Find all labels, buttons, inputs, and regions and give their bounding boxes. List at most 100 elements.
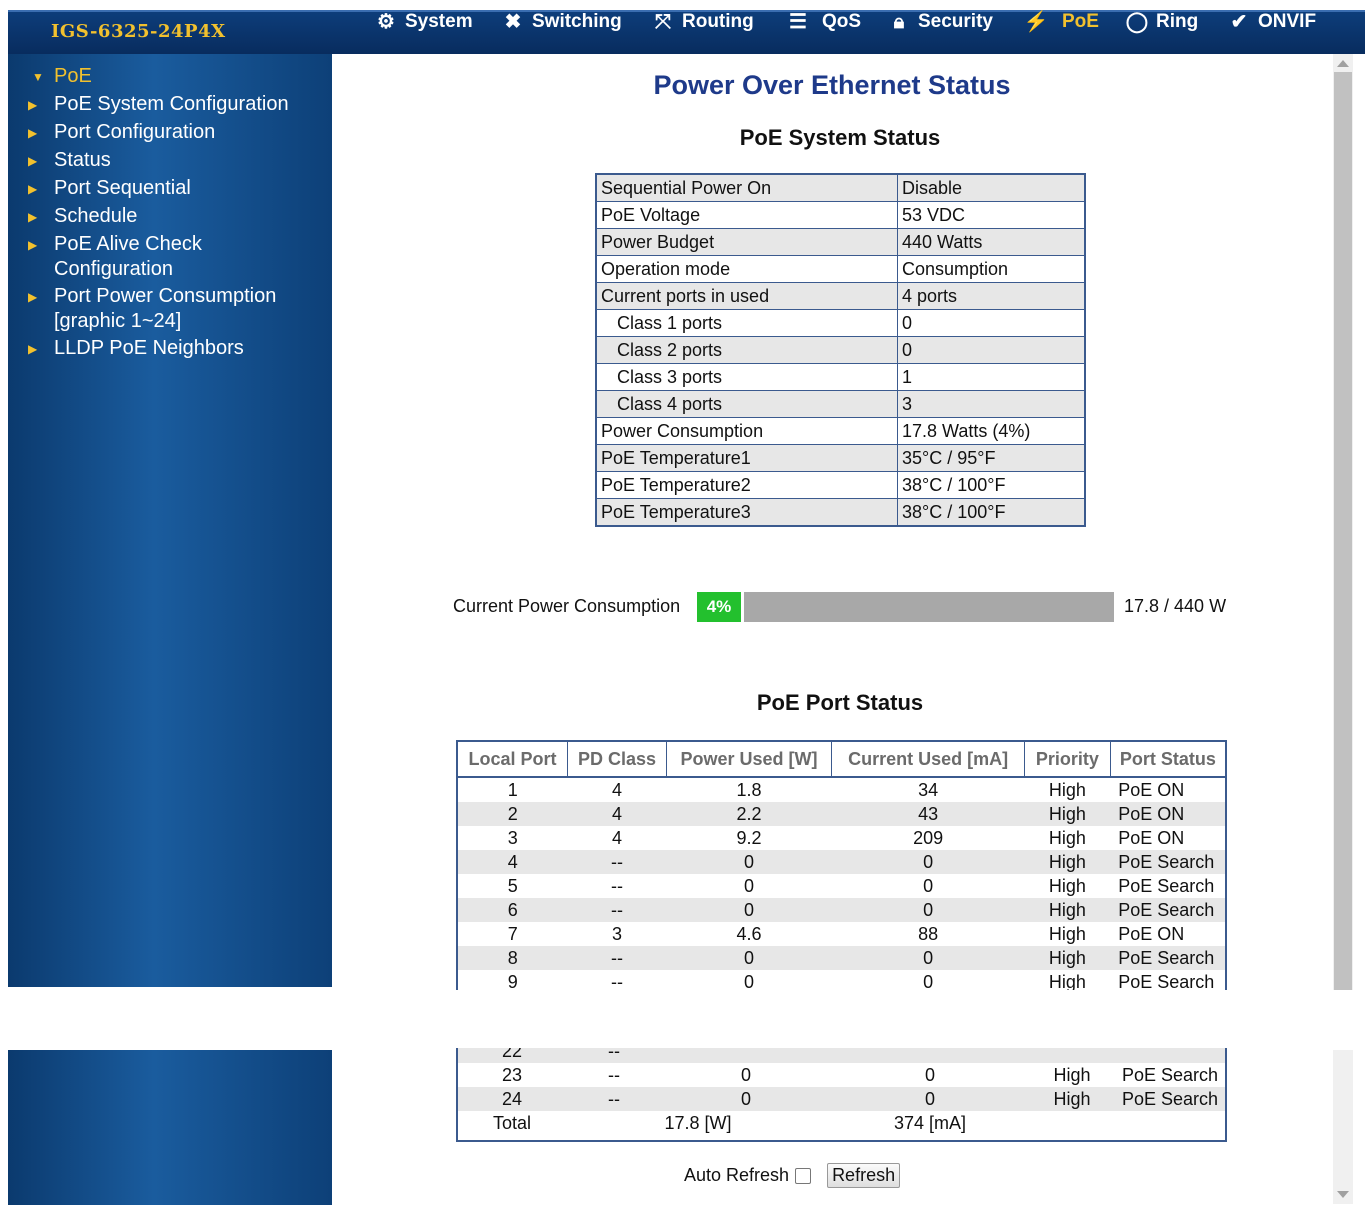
page-title: Power Over Ethernet Status [653,70,1011,100]
routing-icon: ⤧ [655,11,671,33]
port-cell: 4.6 [736,923,762,944]
scroll-thumb[interactable] [1334,72,1352,997]
system-status-row: Power Consumption 17.8 Watts (4%) [595,417,1086,445]
column-header: Port Status [1110,742,1225,778]
column-header: Local Port [458,742,569,778]
port-cell: High [1024,946,1111,970]
sidebar-item-label-line2: Configuration [54,257,173,280]
sidebar-item-label: PoE System Configuration [54,93,289,115]
port-cell: 0 [666,946,832,970]
nav-onvif[interactable]: ✔ ONVIF [1226,8,1316,36]
port-row: 24 -- 0 0 High PoE Search [458,1087,1225,1111]
system-status-key: Power Budget [595,228,898,256]
system-status-key: Operation mode [595,255,898,283]
port-cell: 4 [611,827,622,848]
system-status-row: PoE Temperature2 38°C / 100°F [595,471,1086,499]
port-cell: High [1048,827,1086,848]
nav-switching[interactable]: ✖ Switching [500,8,622,36]
sidebar-item-status[interactable]: ▶ Status [28,148,111,173]
nav-security[interactable]: 🔒︎ Security [886,8,993,36]
sidebar-item-schedule[interactable]: ▶ Schedule [28,204,137,229]
system-status-key: PoE Voltage [595,201,898,229]
port-row: 2 4 2.2 43 High PoE ON [458,802,1225,826]
port-row: 3 4 9.2 209 High PoE ON [458,826,1225,850]
port-row: 8 -- 0 0 High PoE Search [458,946,1225,970]
nav-ring[interactable]: ◯ Ring [1124,8,1198,36]
sidebar: ▼ PoE ▶ PoE System Configuration ▶ Port Con… [8,54,332,987]
system-status-value: 3 [897,390,1086,418]
nav-poe[interactable]: ⚡ PoE [1016,8,1099,36]
port-row: 6 -- 0 0 High PoE Search [458,898,1225,922]
total-current: 374 [mA] [893,1112,967,1133]
system-status-key: Class 2 ports [595,336,898,364]
port-cell: 2 [458,802,568,826]
column-header: PD Class [567,742,667,778]
nav-label: Security [918,11,993,32]
caret-down-icon: ▼ [32,69,44,84]
port-cell: PoE ON [1110,802,1225,826]
auto-refresh-checkbox[interactable] [795,1167,812,1184]
port-cell [830,1048,1030,1063]
port-cell: 9.2 [736,827,762,848]
system-status-value: Disable [897,173,1086,202]
caret-right-icon: ▶ [28,153,38,168]
port-cell: 43 [831,802,1025,826]
port-cell: 88 [918,923,939,944]
sidebar-item-label: Port Power Consumption [54,285,277,307]
nav-qos[interactable]: ☰ QoS [780,8,861,36]
sidebar-item-poe-alive-check[interactable]: ▶ PoE Alive Check Configuration [28,232,202,281]
consumption-value: 17.8 / 440 W [1124,596,1227,616]
port-row: 5 -- 0 0 High PoE Search [458,874,1225,898]
nav-label: ONVIF [1258,11,1317,32]
system-status-value: 440 Watts [897,228,1086,256]
column-header: Current Used [mA] [831,742,1026,778]
system-status-value: 0 [897,309,1086,337]
sidebar-item-port-power-consumption[interactable]: ▶ Port Power Consumption [graphic 1~24] [28,284,276,333]
port-cell: PoE ON [1118,923,1185,944]
port-cell: High [1024,850,1111,874]
port-cell: High [1048,923,1086,944]
scroll-up-arrow-icon[interactable] [1337,60,1349,67]
sidebar-item-poe-system-configuration[interactable]: ▶ PoE System Configuration [28,92,289,117]
nav-routing[interactable]: ⤧ Routing [650,8,754,36]
caret-right-icon: ▶ [28,97,38,112]
sidebar-item-poe-root[interactable]: ▼ PoE [32,64,92,89]
scroll-down-arrow-icon[interactable] [1337,1191,1349,1198]
port-cell: High [1048,875,1086,896]
port-cell: 0 [924,1064,935,1085]
refresh-button[interactable]: Refresh [827,1163,901,1188]
system-status-value: 17.8 Watts (4%) [897,417,1086,445]
nav-system[interactable]: ⚙ System [373,8,473,36]
port-cell: 0 [662,1087,830,1111]
system-status-value: 38°C / 100°F [897,471,1086,499]
progress-divider [741,592,744,622]
port-cell [1030,1048,1114,1063]
port-cell: 24 [458,1087,566,1111]
port-cell [1114,1048,1225,1063]
caret-right-icon: ▶ [28,237,38,252]
sidebar-item-lldp-poe-neighbors[interactable]: ▶ LLDP PoE Neighbors [28,336,244,361]
port-cell: PoE Search [1114,1087,1225,1111]
refresh-controls: Auto Refresh Refresh [684,1163,901,1188]
port-row: 1 4 1.8 34 High PoE ON [458,777,1225,802]
sidebar-item-port-sequential[interactable]: ▶ Port Sequential [28,176,191,201]
sidebar-item-label: Status [54,149,111,171]
consumption-percent: 4% [706,597,732,616]
port-cell: 8 [458,946,568,970]
auto-refresh-label: Auto Refresh [684,1165,790,1185]
port-cell: 1 [507,779,518,800]
nav-label: Switching [532,11,622,32]
system-status-row: PoE Temperature1 35°C / 95°F [595,444,1086,472]
port-cell: 23 [501,1064,523,1085]
system-status-key: Class 4 ports [595,390,898,418]
port-cell: 209 [913,827,944,848]
system-status-key: PoE Temperature2 [595,471,898,499]
system-status-table: Sequential Power On Disable PoE Voltage 53 … [595,173,1086,527]
nav-label: Ring [1156,11,1199,32]
sidebar-item-label-line2: [graphic 1~24] [54,309,182,332]
sidebar-item-port-configuration[interactable]: ▶ Port Configuration [28,120,215,145]
poe-icon: ⚡ [1023,11,1049,33]
system-status-key: Power Consumption [595,417,898,445]
port-cell: 4 [611,779,622,800]
port-cell: 22 [458,1048,566,1063]
